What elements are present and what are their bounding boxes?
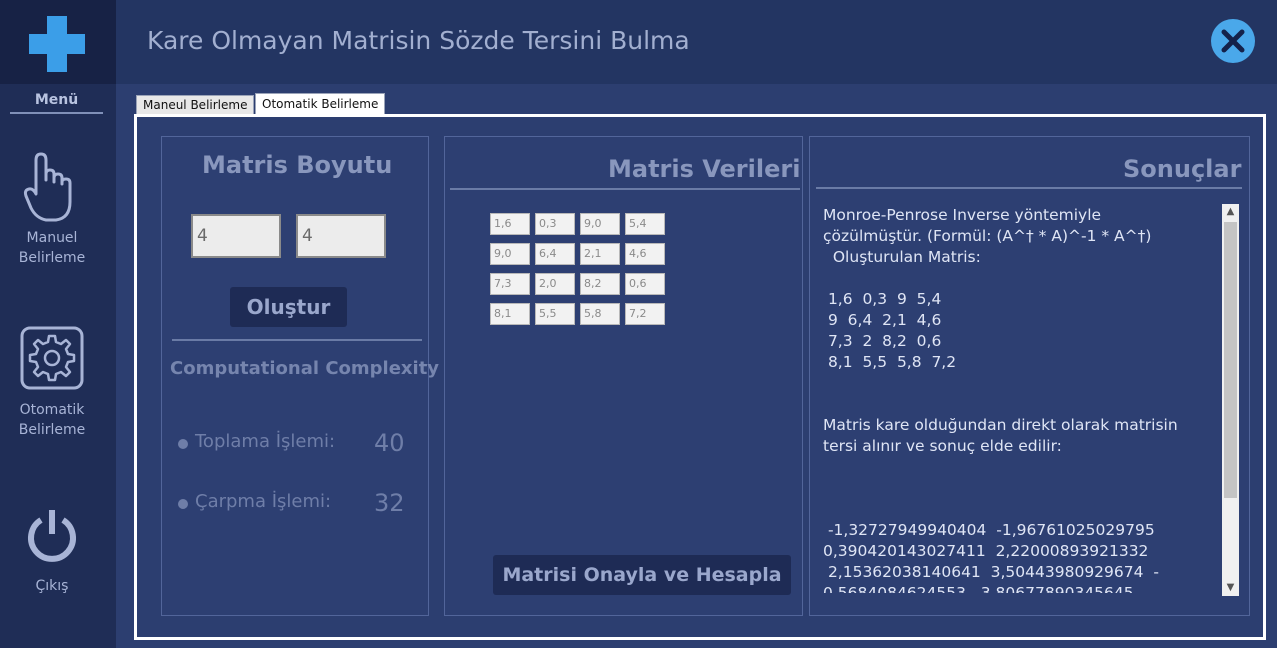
results-text[interactable]: Monroe-Penrose Inverse yöntemiyle çözülm… xyxy=(823,205,1217,593)
results-panel: Sonuçlar Monroe-Penrose Inverse yöntemiy… xyxy=(809,136,1250,616)
divider xyxy=(816,187,1242,189)
results-scrollbar[interactable]: ▲ ▼ xyxy=(1222,204,1239,596)
divider xyxy=(172,339,422,341)
sidebar-item-cikis-label: Çıkış xyxy=(35,578,69,594)
gear-icon xyxy=(20,326,84,390)
sidebar-item-manuel[interactable]: Manuel Belirleme xyxy=(0,152,104,268)
sidebar: Menü Manuel Belirleme Otomatik Belirleme… xyxy=(0,0,116,648)
close-icon xyxy=(1221,29,1245,53)
complexity-title: Computational Complexity xyxy=(170,358,440,379)
scroll-down-icon[interactable]: ▼ xyxy=(1222,580,1239,596)
page-title: Kare Olmayan Matrisin Sözde Tersini Bulm… xyxy=(147,26,690,55)
medical-cross-icon xyxy=(29,16,85,72)
results-title: Sonuçlar xyxy=(1123,155,1242,183)
bullet-icon xyxy=(178,439,188,449)
multiplication-count-row: Çarpma İşlemi: 32 xyxy=(178,489,418,519)
matrix-data-title: Matris Verileri xyxy=(608,155,801,183)
sidebar-item-otomatik-label-2: Belirleme xyxy=(18,422,86,438)
logo xyxy=(0,0,116,84)
matrix-cell[interactable]: 8,1 xyxy=(490,303,530,325)
matrix-cell[interactable]: 7,2 xyxy=(625,303,665,325)
matrix-size-title: Matris Boyutu xyxy=(202,151,393,179)
addition-label: Toplama İşlemi: xyxy=(195,431,336,452)
confirm-calculate-button[interactable]: Matrisi Onayla ve Hesapla xyxy=(493,555,791,595)
cols-input[interactable] xyxy=(296,214,386,258)
hand-pointer-icon xyxy=(23,152,72,222)
scroll-thumb[interactable] xyxy=(1224,222,1237,498)
sidebar-item-otomatik[interactable]: Otomatik Belirleme xyxy=(0,326,104,440)
tab-manuel-belirleme[interactable]: Maneul Belirleme xyxy=(136,95,255,115)
power-icon xyxy=(28,510,76,562)
matrix-cell[interactable]: 5,8 xyxy=(580,303,620,325)
sidebar-item-manuel-label-2: Belirleme xyxy=(18,250,86,266)
addition-count-row: Toplama İşlemi: 40 xyxy=(178,429,418,459)
matrix-cell[interactable]: 5,4 xyxy=(625,213,665,235)
matrix-cell[interactable]: 4,6 xyxy=(625,243,665,265)
matrix-cell[interactable]: 8,2 xyxy=(580,273,620,295)
tab-otomatik-belirleme[interactable]: Otomatik Belirleme xyxy=(255,93,386,115)
multiplication-value: 32 xyxy=(374,489,405,517)
matrix-cell[interactable]: 9,0 xyxy=(490,243,530,265)
header: Kare Olmayan Matrisin Sözde Tersini Bulm… xyxy=(116,0,1277,84)
matrix-size-panel: Matris Boyutu Oluştur Computational Comp… xyxy=(161,136,439,616)
create-button[interactable]: Oluştur xyxy=(230,287,347,327)
matrix-cell[interactable]: 2,0 xyxy=(535,273,575,295)
matrix-cell[interactable]: 9,0 xyxy=(580,213,620,235)
matrix-data-panel: Matris Verileri 1,6 0,3 9,0 5,4 9,0 6,4 2,1 4,6… xyxy=(444,136,803,616)
menu-label: Menü xyxy=(10,92,103,114)
matrix-cell[interactable]: 0,3 xyxy=(535,213,575,235)
sidebar-item-manuel-label-1: Manuel xyxy=(26,230,78,246)
matrix-cell[interactable]: 6,4 xyxy=(535,243,575,265)
scroll-up-icon[interactable]: ▲ xyxy=(1222,204,1239,220)
close-button[interactable] xyxy=(1211,19,1255,63)
sidebar-item-cikis[interactable]: Çıkış xyxy=(0,508,104,596)
matrix-cell[interactable]: 0,6 xyxy=(625,273,665,295)
addition-value: 40 xyxy=(374,429,405,457)
bullet-icon xyxy=(178,499,188,509)
sidebar-item-otomatik-label-1: Otomatik xyxy=(19,402,85,418)
matrix-cell[interactable]: 1,6 xyxy=(490,213,530,235)
matrix-cell[interactable]: 2,1 xyxy=(580,243,620,265)
rows-input[interactable] xyxy=(191,214,281,258)
divider xyxy=(450,188,800,190)
matrix-cell[interactable]: 5,5 xyxy=(535,303,575,325)
matrix-cell[interactable]: 7,3 xyxy=(490,273,530,295)
multiplication-label: Çarpma İşlemi: xyxy=(195,491,332,512)
